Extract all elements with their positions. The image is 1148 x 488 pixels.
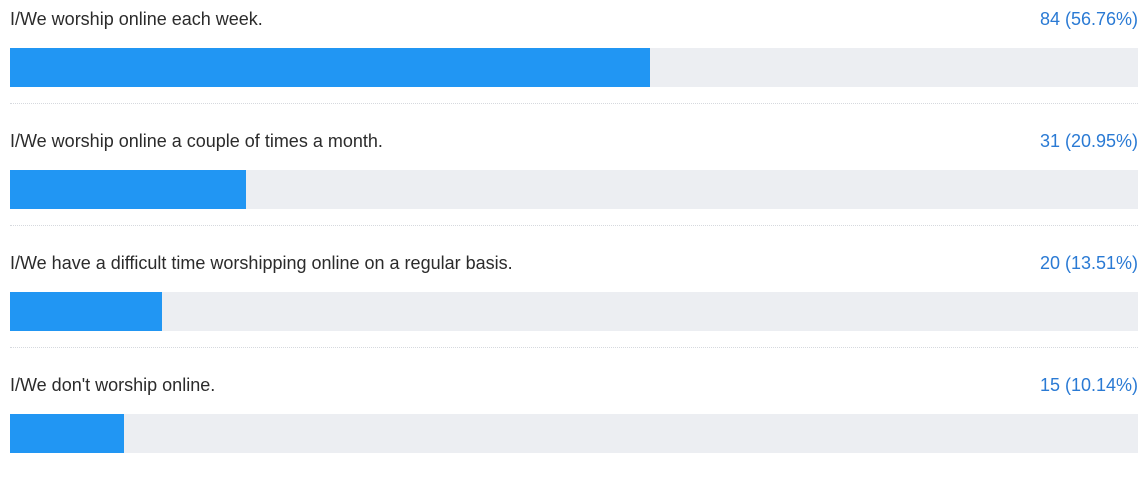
poll-result-header: I/We don't worship online. 15 (10.14%) <box>10 366 1138 414</box>
poll-results: I/We worship online each week. 84 (56.76… <box>0 0 1148 453</box>
bar-track <box>10 292 1138 331</box>
answer-label: I/We worship online each week. <box>10 9 263 29</box>
poll-result-header: I/We have a difficult time worshipping o… <box>10 244 1138 292</box>
row-divider <box>10 225 1138 226</box>
answer-count: 31 (20.95%) <box>1039 131 1138 151</box>
poll-result-header: I/We worship online each week. 84 (56.76… <box>10 0 1138 48</box>
row-divider <box>10 103 1138 104</box>
row-divider <box>10 347 1138 348</box>
answer-label: I/We don't worship online. <box>10 375 216 395</box>
poll-result-row: I/We don't worship online. 15 (10.14%) <box>10 366 1138 488</box>
bar-track <box>10 170 1138 209</box>
answer-count: 15 (10.14%) <box>1039 375 1138 395</box>
bar-fill <box>10 170 246 209</box>
answer-count: 20 (13.51%) <box>1039 253 1138 273</box>
poll-result-header: I/We worship online a couple of times a … <box>10 122 1138 170</box>
poll-result-row: I/We have a difficult time worshipping o… <box>10 244 1138 366</box>
poll-result-row: I/We worship online each week. 84 (56.76… <box>10 0 1138 122</box>
bar-fill <box>10 414 124 453</box>
bar-track <box>10 48 1138 87</box>
bar-fill <box>10 292 162 331</box>
answer-label: I/We worship online a couple of times a … <box>10 131 383 151</box>
bar-track <box>10 414 1138 453</box>
bar-fill <box>10 48 650 87</box>
answer-label: I/We have a difficult time worshipping o… <box>10 253 513 273</box>
poll-result-row: I/We worship online a couple of times a … <box>10 122 1138 244</box>
answer-count: 84 (56.76%) <box>1039 9 1138 29</box>
